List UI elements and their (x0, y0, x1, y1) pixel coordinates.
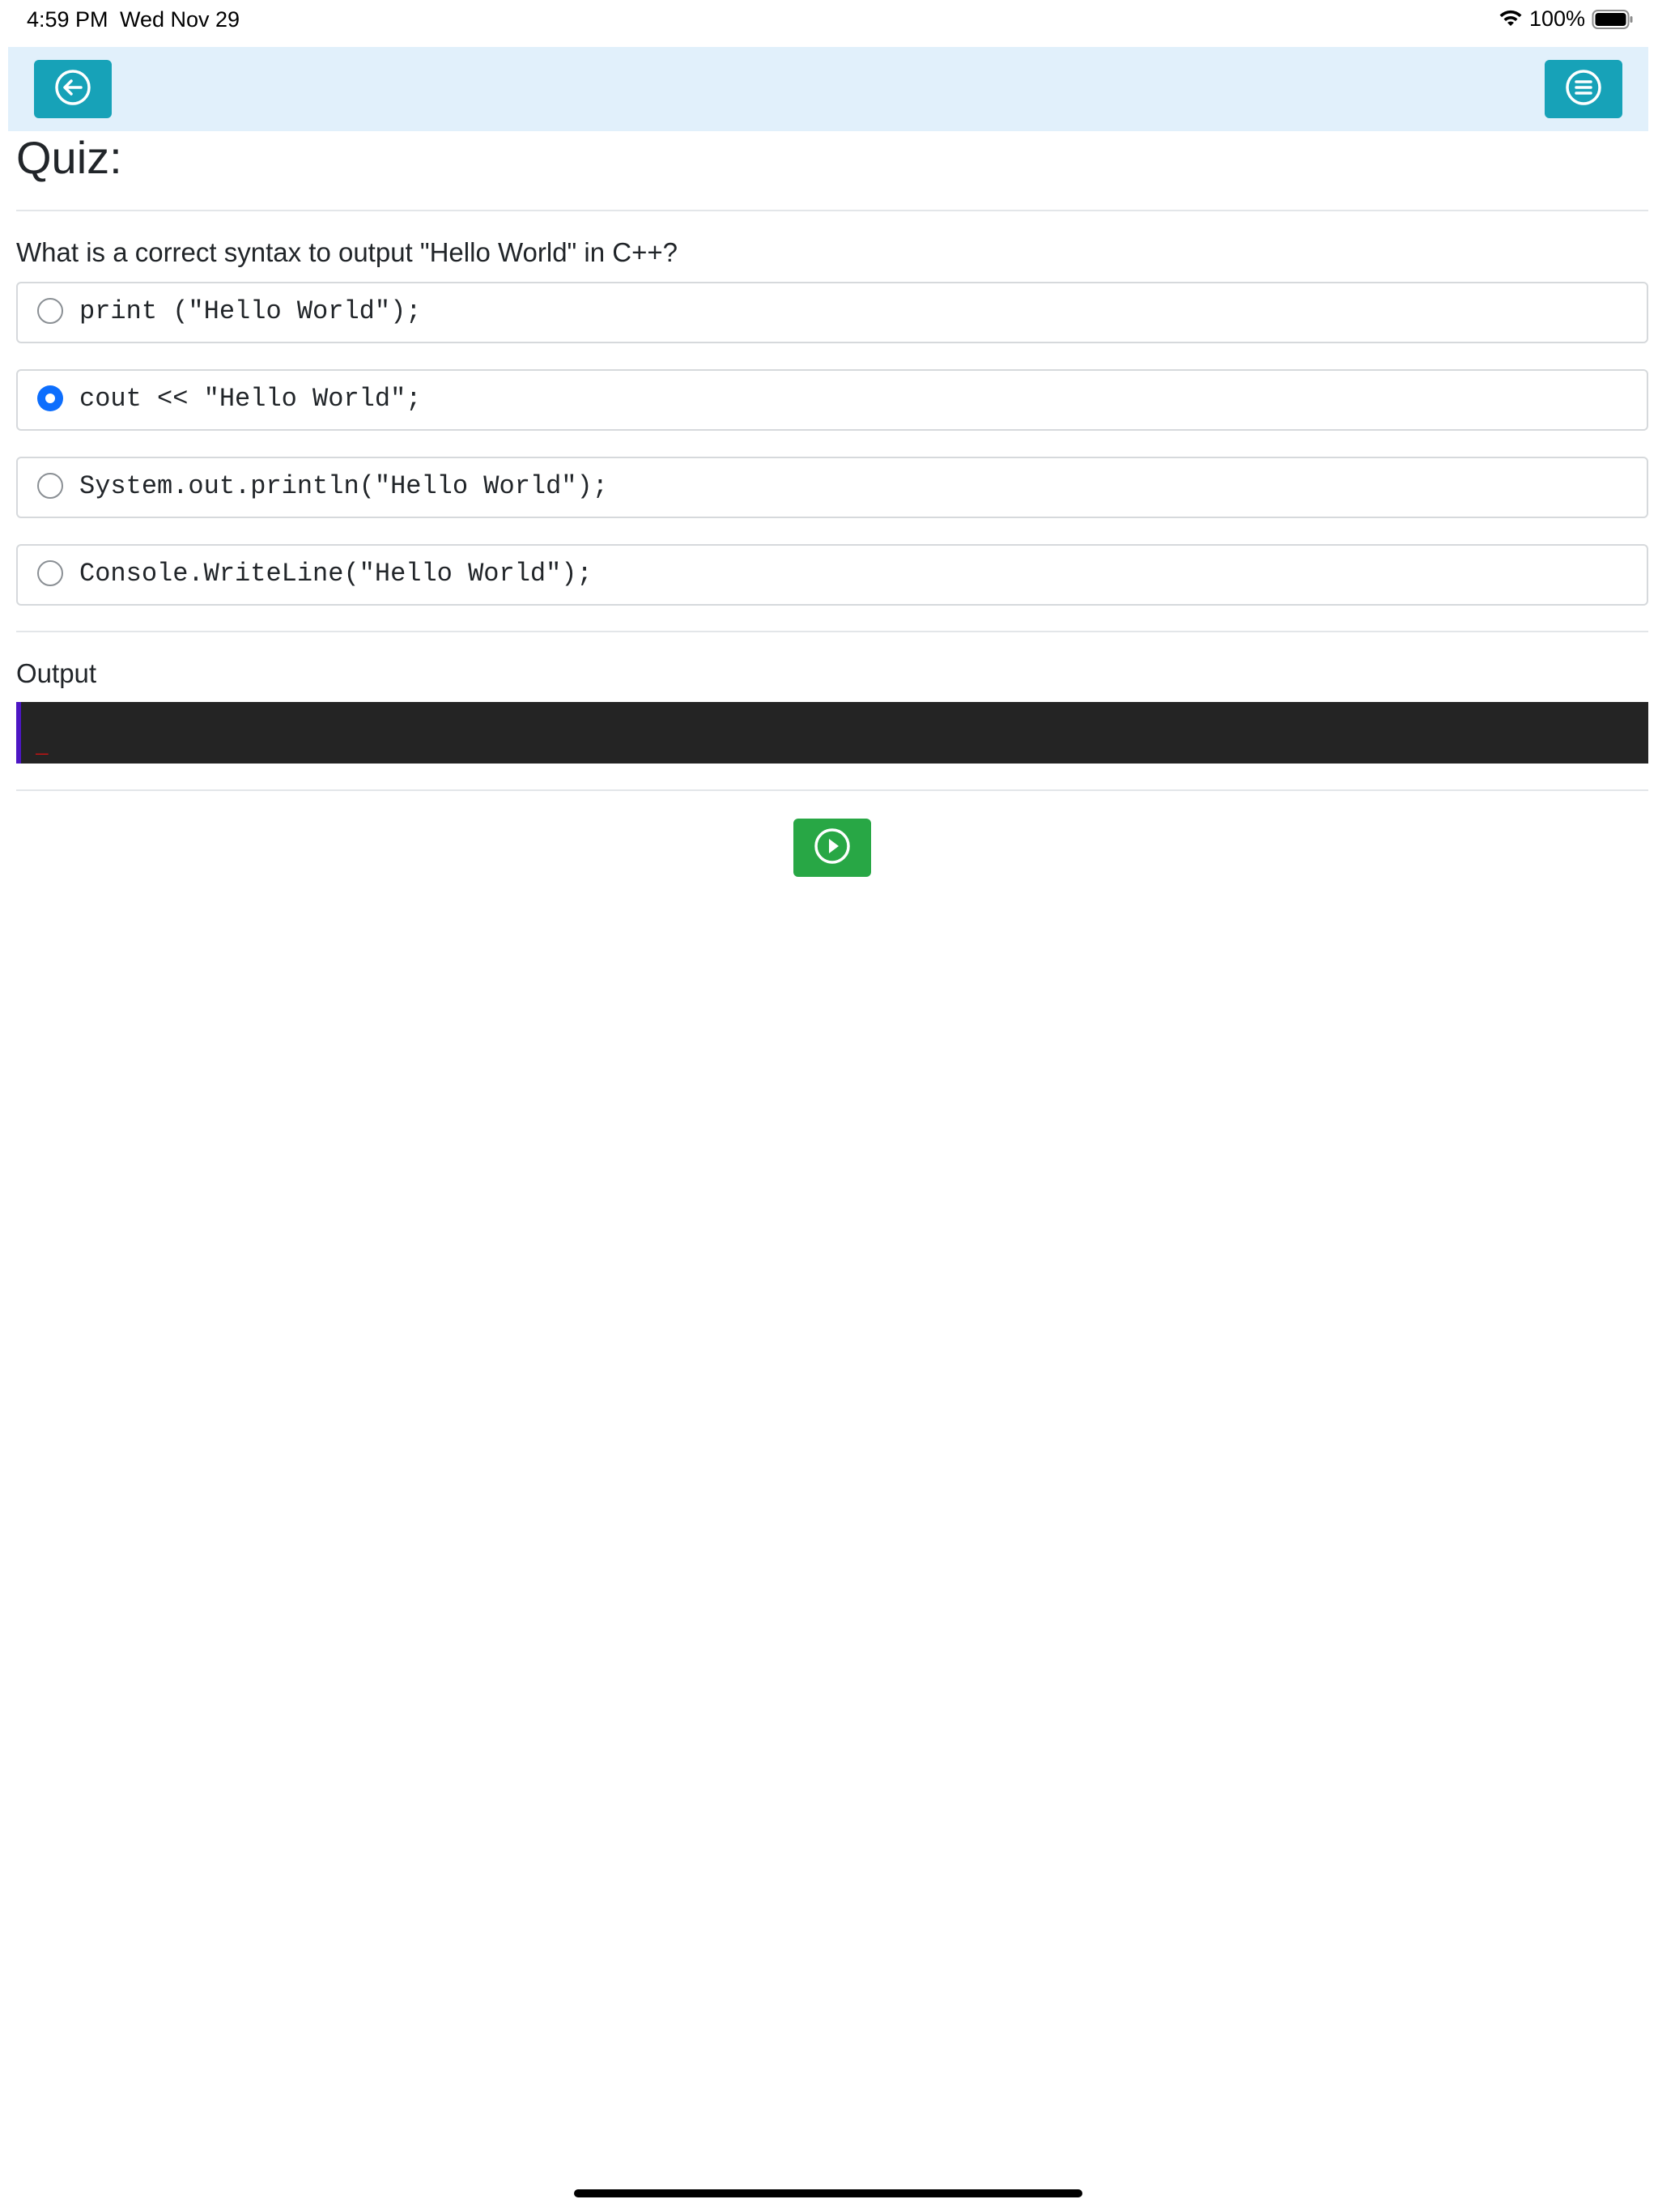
page-title: Quiz: (16, 132, 122, 183)
output-console: _ (16, 702, 1648, 764)
play-circle-icon (814, 827, 851, 869)
radio-button[interactable] (37, 560, 63, 586)
divider (16, 210, 1648, 211)
status-time: 4:59 PM (27, 7, 108, 32)
status-bar: 4:59 PM Wed Nov 29 100% (0, 0, 1658, 40)
list-circle-icon (1565, 69, 1602, 110)
top-navbar (8, 47, 1648, 131)
output-label: Output (16, 658, 97, 688)
menu-button[interactable] (1545, 60, 1622, 118)
radio-button[interactable] (37, 473, 63, 499)
arrow-left-circle-icon (54, 69, 91, 110)
answer-option-4[interactable]: Console.WriteLine("Hello World"); (16, 544, 1648, 606)
radio-button[interactable] (37, 298, 63, 324)
quiz-page: 4:59 PM Wed Nov 29 100% Quiz: What is a … (0, 0, 1658, 2212)
radio-button-selected[interactable] (37, 385, 63, 411)
status-indicators: 100% (1499, 6, 1634, 32)
output-content: _ (36, 734, 49, 759)
run-button[interactable] (793, 819, 871, 877)
status-date: Wed Nov 29 (120, 7, 240, 32)
back-button[interactable] (34, 60, 112, 118)
quiz-question: What is a correct syntax to output "Hell… (16, 237, 678, 267)
option-code: Console.WriteLine("Hello World"); (79, 559, 593, 589)
answer-option-2[interactable]: cout << "Hello World"; (16, 369, 1648, 431)
answer-option-1[interactable]: print ("Hello World"); (16, 282, 1648, 343)
home-indicator[interactable] (574, 2189, 1082, 2197)
option-code: cout << "Hello World"; (79, 384, 422, 414)
option-code: print ("Hello World"); (79, 296, 422, 326)
option-code: System.out.println("Hello World"); (79, 471, 608, 501)
divider (16, 631, 1648, 632)
answer-option-3[interactable]: System.out.println("Hello World"); (16, 457, 1648, 518)
battery-percentage: 100% (1528, 6, 1585, 31)
divider (16, 789, 1648, 791)
battery-icon (1592, 9, 1634, 30)
wifi-icon (1499, 10, 1523, 29)
